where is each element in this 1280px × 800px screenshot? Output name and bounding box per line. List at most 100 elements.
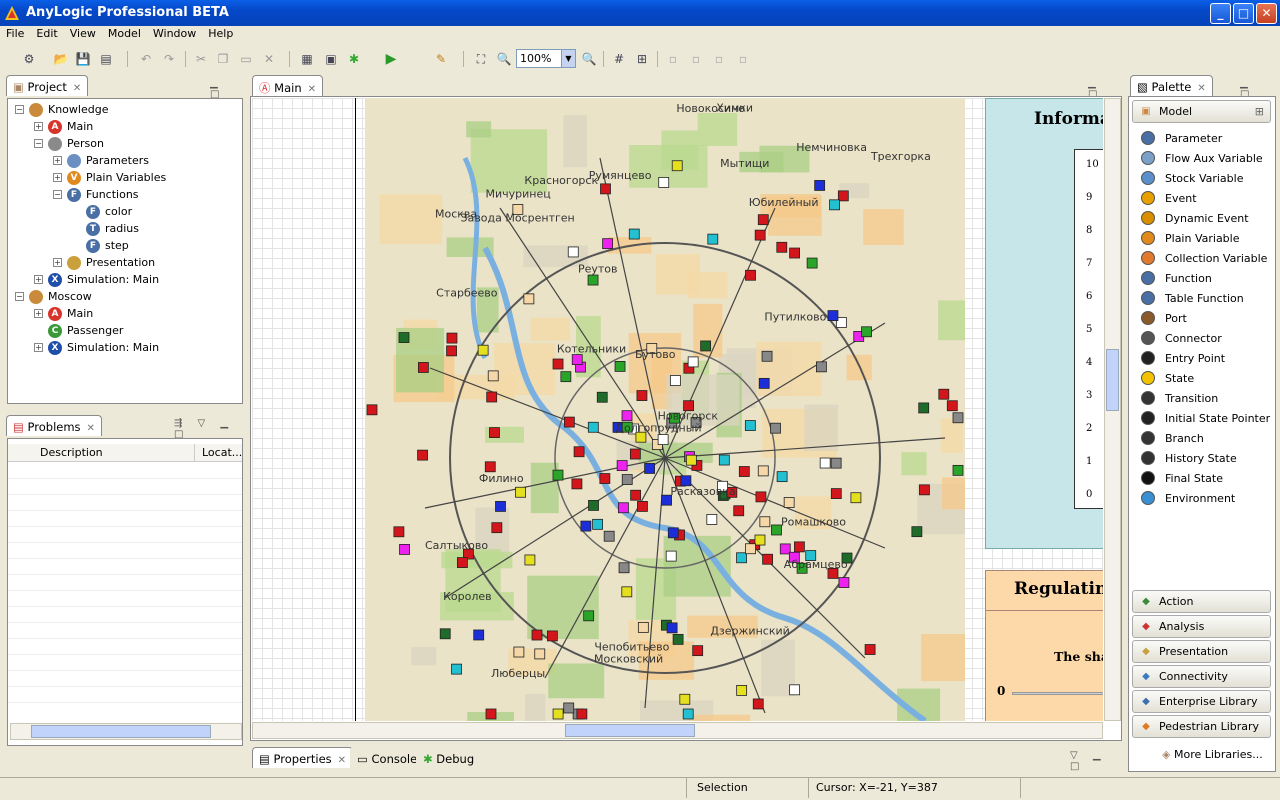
save-icon[interactable]: 💾 (74, 50, 92, 68)
tree-item[interactable]: + X Simulation: Main (34, 271, 159, 288)
menu-file[interactable]: File (0, 26, 30, 40)
palette-group[interactable]: ◆ Connectivity (1132, 665, 1271, 688)
zoom-out-icon[interactable]: 🔍 (495, 50, 513, 68)
palette-group[interactable]: ◆ Enterprise Library (1132, 690, 1271, 713)
tree-item[interactable]: − F Functions (53, 186, 139, 203)
redo-icon[interactable]: ↷ (160, 50, 178, 68)
palette-item[interactable]: Branch (1135, 428, 1271, 448)
palette-item[interactable]: Transition (1135, 388, 1271, 408)
tree-item[interactable]: C Passenger (34, 322, 123, 339)
zoom-fit-icon[interactable]: ⛶ (472, 50, 490, 68)
tab-debug[interactable]: ✱ Debug (416, 747, 482, 768)
expand-icon[interactable]: + (53, 156, 62, 165)
build-all-icon[interactable]: ▣ (322, 50, 340, 68)
align3-icon[interactable]: ▫ (710, 50, 728, 68)
tree-item[interactable]: + Parameters (53, 152, 149, 169)
zoom-in-icon[interactable]: 🔍 (580, 50, 598, 68)
minimize-maximize-icon[interactable]: ▽ ▁ □ (1070, 750, 1122, 772)
column-description[interactable]: Description (40, 446, 103, 459)
vertical-scrollbar[interactable] (1104, 98, 1121, 721)
horizontal-scrollbar[interactable] (252, 722, 1103, 739)
expand-icon[interactable]: + (34, 122, 43, 131)
palette-item[interactable]: Parameter (1135, 128, 1271, 148)
close-icon[interactable]: ✕ (1197, 83, 1205, 94)
new-model-icon[interactable]: ⚙ (20, 50, 38, 68)
close-icon[interactable]: ✕ (87, 423, 95, 434)
align2-icon[interactable]: ▫ (687, 50, 705, 68)
collapse-icon[interactable]: − (15, 292, 24, 301)
maximize-button[interactable]: □ (1233, 3, 1254, 24)
tree-item[interactable]: Tradius (72, 220, 139, 237)
align4-icon[interactable]: ▫ (734, 50, 752, 68)
view-mode-icon[interactable]: ⊞ (1255, 105, 1264, 118)
menu-view[interactable]: View (64, 26, 102, 40)
snap-icon[interactable]: ⊞ (633, 50, 651, 68)
minimize-maximize-icon[interactable]: ▁ □ (210, 78, 246, 100)
menu-model[interactable]: Model (102, 26, 147, 40)
horizontal-scrollbar[interactable] (10, 723, 242, 740)
expand-icon[interactable]: + (34, 309, 43, 318)
delete-icon[interactable]: ✕ (260, 50, 278, 68)
build-icon[interactable]: ▦ (298, 50, 316, 68)
palette-item[interactable]: State (1135, 368, 1271, 388)
tree-item[interactable]: + V Plain Variables (53, 169, 166, 186)
more-libraries-link[interactable]: ◈ More Libraries... (1162, 748, 1263, 761)
palette-group[interactable]: ◆ Presentation (1132, 640, 1271, 663)
grid-icon[interactable]: # (610, 50, 628, 68)
palette-group[interactable]: ◆ Action (1132, 590, 1271, 613)
zoom-select[interactable]: 100% ▼ (516, 49, 576, 68)
collapse-icon[interactable]: − (53, 190, 62, 199)
palette-item[interactable]: Connector (1135, 328, 1271, 348)
minimize-button[interactable]: _ (1210, 3, 1231, 24)
palette-item[interactable]: Environment (1135, 488, 1271, 508)
save-all-icon[interactable]: ▤ (97, 50, 115, 68)
palette-item[interactable]: Plain Variable (1135, 228, 1271, 248)
open-icon[interactable]: 📂 (52, 50, 70, 68)
tab-main[interactable]: Ⓐ Main ✕ (252, 75, 323, 96)
run-icon[interactable]: ▶ (382, 50, 400, 68)
debug-icon[interactable]: ✱ (345, 50, 363, 68)
close-icon[interactable]: ✕ (73, 83, 81, 94)
palette-group[interactable]: ◆ Pedestrian Library (1132, 715, 1271, 738)
tree-item[interactable]: + Presentation (53, 254, 155, 271)
model-canvas[interactable]: Долгопрудный Мытищи Юбилейный Королев Химки Ф… (252, 98, 1103, 721)
palette-item[interactable]: Stock Variable (1135, 168, 1271, 188)
tab-problems[interactable]: ▤ Problems ✕ (6, 415, 102, 436)
tree-item[interactable]: − Knowledge (15, 101, 108, 118)
paste-icon[interactable]: ▭ (237, 50, 255, 68)
expand-icon[interactable]: + (53, 258, 62, 267)
palette-item[interactable]: Function (1135, 268, 1271, 288)
chevron-down-icon[interactable]: ▼ (561, 50, 575, 67)
palette-item[interactable]: Entry Point (1135, 348, 1271, 368)
tab-console[interactable]: ▭ Console (350, 747, 425, 768)
tree-item[interactable]: − Person (34, 135, 104, 152)
tree-item[interactable]: Fcolor (72, 203, 132, 220)
cut-icon[interactable]: ✂ (192, 50, 210, 68)
palette-item[interactable]: History State (1135, 448, 1271, 468)
tree-item[interactable]: + X Simulation: Main (34, 339, 159, 356)
palette-item[interactable]: Event (1135, 188, 1271, 208)
expand-icon[interactable]: + (34, 275, 43, 284)
tab-properties[interactable]: ▤ Properties ✕ (252, 747, 354, 768)
palette-section-model[interactable]: ▣ Model ⊞ (1132, 100, 1271, 123)
filter-icon[interactable]: ⇶ ▽ ▁ □ (174, 418, 246, 440)
collapse-icon[interactable]: − (34, 139, 43, 148)
tree-item[interactable]: − Moscow (15, 288, 92, 305)
menu-edit[interactable]: Edit (30, 26, 63, 40)
moscow-map[interactable]: Долгопрудный Мытищи Юбилейный Королев Химки Ф… (365, 98, 986, 721)
align-icon[interactable]: ▫ (664, 50, 682, 68)
close-icon[interactable]: ✕ (308, 84, 316, 95)
tab-project[interactable]: ▣ Project ✕ (6, 75, 89, 96)
copy-icon[interactable]: ❐ (214, 50, 232, 68)
undo-icon[interactable]: ↶ (137, 50, 155, 68)
palette-item[interactable]: Flow Aux Variable (1135, 148, 1271, 168)
tab-palette[interactable]: ▧ Palette ✕ (1130, 75, 1213, 96)
palette-item[interactable]: Final State (1135, 468, 1271, 488)
column-location[interactable]: Locat... (194, 444, 242, 462)
close-icon[interactable]: ✕ (338, 755, 346, 766)
project-tree[interactable]: − Knowledge + A Main − Person + Parameters + V Plai… (7, 98, 243, 404)
palette-group[interactable]: ◆ Analysis (1132, 615, 1271, 638)
menu-window[interactable]: Window (147, 26, 202, 40)
tree-item[interactable]: Fstep (72, 237, 129, 254)
palette-item[interactable]: Initial State Pointer (1135, 408, 1271, 428)
